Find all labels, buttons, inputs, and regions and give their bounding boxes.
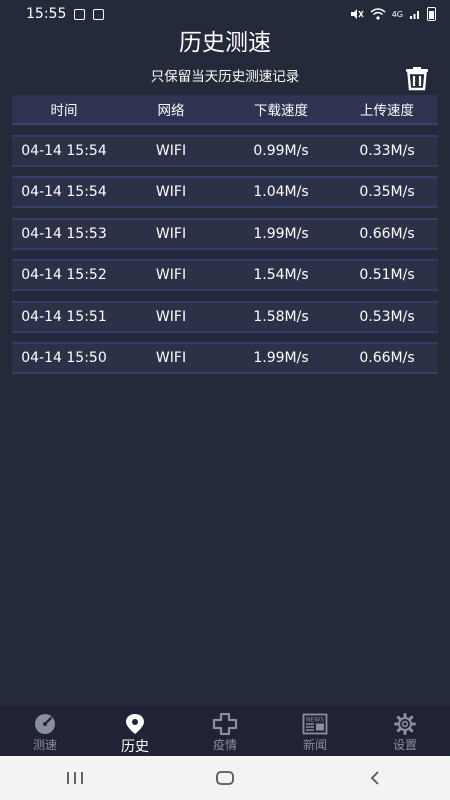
table-header: 时间 网络 下载速度 上传速度: [12, 95, 438, 125]
nav-label-settings: 设置: [392, 738, 417, 752]
table-row: 04-14 15:50 WIFI 1.99M/s 0.66M/s: [12, 342, 438, 374]
system-nav-bar: [0, 756, 450, 800]
column-header-time: 时间: [50, 103, 78, 119]
page-title: 历史测速: [179, 30, 271, 56]
notification-icon: [74, 8, 86, 20]
table-row: 04-14 15:54 WIFI 0.99M/s 0.33M/s: [12, 134, 438, 167]
cell-network: WIFI: [155, 308, 187, 325]
cell-download: 1.58M/s: [253, 308, 309, 325]
column-header-network: 网络: [157, 103, 185, 119]
cell-download: 1.99M/s: [253, 225, 309, 242]
back-icon: [370, 771, 379, 785]
gear-icon: [394, 713, 416, 735]
cell-download: 1.99M/s: [253, 350, 309, 366]
signal-icon: [410, 11, 419, 19]
battery-icon: [427, 7, 436, 21]
cell-upload: 0.33M/s: [359, 142, 415, 159]
back-button[interactable]: [360, 766, 390, 790]
bottom-nav: 测速 历史 疫情 NEWS 新闻 设置: [0, 706, 450, 756]
nav-item-history[interactable]: 历史: [90, 706, 180, 756]
cell-upload: 0.51M/s: [359, 267, 415, 283]
cell-time: 04-14 15:54: [21, 184, 107, 200]
network-type-label: 4G: [391, 9, 403, 19]
mute-icon: [350, 9, 364, 19]
image-notification-icon: [93, 8, 105, 20]
nav-label-speed-test: 测速: [32, 738, 57, 752]
cell-download: 1.04M/s: [253, 184, 309, 200]
newspaper-icon: NEWS: [302, 713, 328, 735]
status-right: 4G: [350, 7, 436, 21]
table-row: 04-14 15:54 WIFI 1.04M/s 0.35M/s: [12, 176, 438, 208]
table-row: 04-14 15:52 WIFI 1.54M/s 0.51M/s: [12, 259, 438, 291]
nav-item-epidemic[interactable]: 疫情: [180, 706, 270, 756]
speedometer-icon: [35, 714, 55, 734]
cell-upload: 0.35M/s: [359, 184, 415, 200]
cell-upload: 0.66M/s: [359, 225, 415, 242]
status-bar: 15:55 4G: [0, 0, 450, 28]
history-table: 时间 网络 下载速度 上传速度 04-14 15:54 WIFI 0.99M/s…: [12, 95, 438, 374]
home-button[interactable]: [210, 766, 240, 790]
cell-network: WIFI: [155, 142, 187, 159]
trash-icon: [406, 67, 428, 91]
nav-item-news[interactable]: NEWS 新闻: [270, 706, 360, 756]
medical-cross-icon: [212, 713, 238, 735]
nav-label-history: 历史: [121, 739, 149, 755]
newspaper-icon-text: NEWS: [306, 717, 324, 724]
page-subtitle: 只保留当天历史测速记录: [150, 69, 300, 85]
cell-network: WIFI: [155, 225, 187, 242]
status-left: 15:55: [26, 6, 105, 22]
delete-history-button[interactable]: [403, 63, 431, 91]
cell-time: 04-14 15:51: [21, 308, 107, 325]
table-row: 04-14 15:53 WIFI 1.99M/s 0.66M/s: [12, 217, 438, 250]
cell-download: 0.99M/s: [253, 142, 309, 159]
nav-item-settings[interactable]: 设置: [360, 706, 450, 756]
nav-label-epidemic: 疫情: [212, 738, 237, 752]
cell-network: WIFI: [155, 184, 187, 200]
column-header-download: 下载速度: [254, 103, 308, 119]
cell-download: 1.54M/s: [253, 267, 309, 283]
cell-time: 04-14 15:54: [21, 142, 107, 159]
wifi-icon: [370, 8, 386, 20]
status-time: 15:55: [26, 6, 67, 22]
cell-network: WIFI: [155, 267, 187, 283]
table-row: 04-14 15:51 WIFI 1.58M/s 0.53M/s: [12, 300, 438, 333]
cell-time: 04-14 15:50: [21, 350, 107, 366]
cell-time: 04-14 15:52: [21, 267, 107, 283]
cell-time: 04-14 15:53: [21, 225, 107, 242]
recent-apps-icon: [67, 772, 83, 784]
cell-network: WIFI: [155, 350, 187, 366]
column-header-upload: 上传速度: [360, 103, 414, 119]
cell-upload: 0.66M/s: [359, 350, 415, 366]
home-icon: [216, 771, 234, 785]
nav-item-speed-test[interactable]: 测速: [0, 706, 90, 756]
nav-label-news: 新闻: [302, 738, 327, 752]
cell-upload: 0.53M/s: [359, 308, 415, 325]
recent-apps-button[interactable]: [60, 766, 90, 790]
location-pin-icon: [126, 714, 144, 734]
